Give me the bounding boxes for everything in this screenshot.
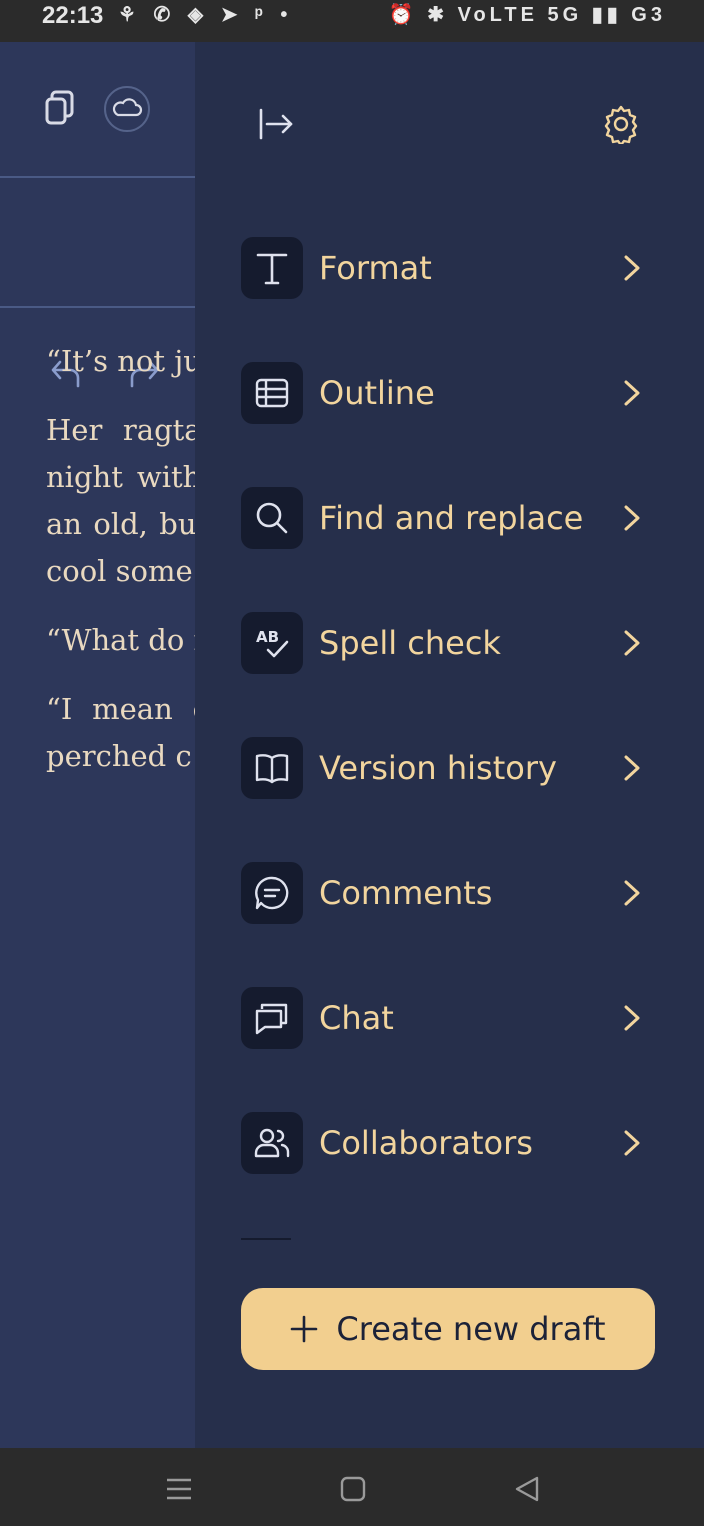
cloud-icon [112, 98, 143, 117]
menu-item-format[interactable]: Format [241, 237, 661, 362]
menu-label: Find and replace [319, 499, 584, 537]
side-panel: Format Outline Find and replace AB Spell… [195, 42, 704, 1448]
cloud-sync-button[interactable] [104, 86, 150, 132]
back-icon[interactable] [512, 1474, 542, 1504]
copy-icon[interactable] [44, 90, 76, 126]
menu-label: Version history [319, 749, 557, 787]
notification-icons: ⚘ ✆ ◈ ➤ ᵖ • [118, 4, 294, 26]
create-button-label: Create new draft [336, 1310, 606, 1348]
chat-icon [241, 987, 303, 1049]
collapse-panel-icon[interactable] [257, 104, 297, 144]
menu-item-version-history[interactable]: Version history [241, 737, 661, 862]
plus-icon [291, 1315, 318, 1343]
menu-item-comments[interactable]: Comments [241, 862, 661, 987]
chevron-right-icon [624, 1130, 640, 1156]
menu-label: Collaborators [319, 1124, 533, 1162]
menu-label: Comments [319, 874, 493, 912]
book-icon [241, 737, 303, 799]
svg-text:AB: AB [256, 628, 279, 646]
menu-item-spell-check[interactable]: AB Spell check [241, 612, 661, 737]
create-new-draft-button[interactable]: Create new draft [241, 1288, 655, 1370]
chevron-right-icon [624, 255, 640, 281]
home-icon[interactable] [338, 1474, 368, 1504]
status-bar: 22:13 ⚘ ✆ ◈ ➤ ᵖ • ⏰ ✱ VoLTE 5G ▮▮ G3 [0, 0, 704, 42]
spell-check-icon: AB [241, 612, 303, 674]
chevron-right-icon [624, 880, 640, 906]
comment-icon [241, 862, 303, 924]
menu-label: Spell check [319, 624, 501, 662]
menu-label: Chat [319, 999, 394, 1037]
menu-item-outline[interactable]: Outline [241, 362, 661, 487]
chevron-right-icon [624, 505, 640, 531]
menu-item-collaborators[interactable]: Collaborators [241, 1112, 661, 1237]
menu-icon[interactable] [164, 1474, 194, 1504]
status-time: 22:13 [42, 2, 104, 29]
menu-item-chat[interactable]: Chat [241, 987, 661, 1112]
people-icon [241, 1112, 303, 1174]
chevron-right-icon [624, 755, 640, 781]
menu-label: Format [319, 249, 432, 287]
system-status-icons: ⏰ ✱ VoLTE 5G ▮▮ G3 [388, 4, 666, 26]
chevron-right-icon [624, 380, 640, 406]
menu-item-find-replace[interactable]: Find and replace [241, 487, 661, 612]
menu-label: Outline [319, 374, 435, 412]
search-icon [241, 487, 303, 549]
panel-menu: Format Outline Find and replace AB Spell… [241, 237, 661, 1237]
chevron-right-icon [624, 630, 640, 656]
chevron-right-icon [624, 1005, 640, 1031]
system-navigation-bar [0, 1448, 704, 1526]
outline-list-icon [241, 362, 303, 424]
text-format-icon [241, 237, 303, 299]
gear-icon[interactable] [601, 104, 641, 144]
menu-item-partial [241, 1238, 291, 1240]
